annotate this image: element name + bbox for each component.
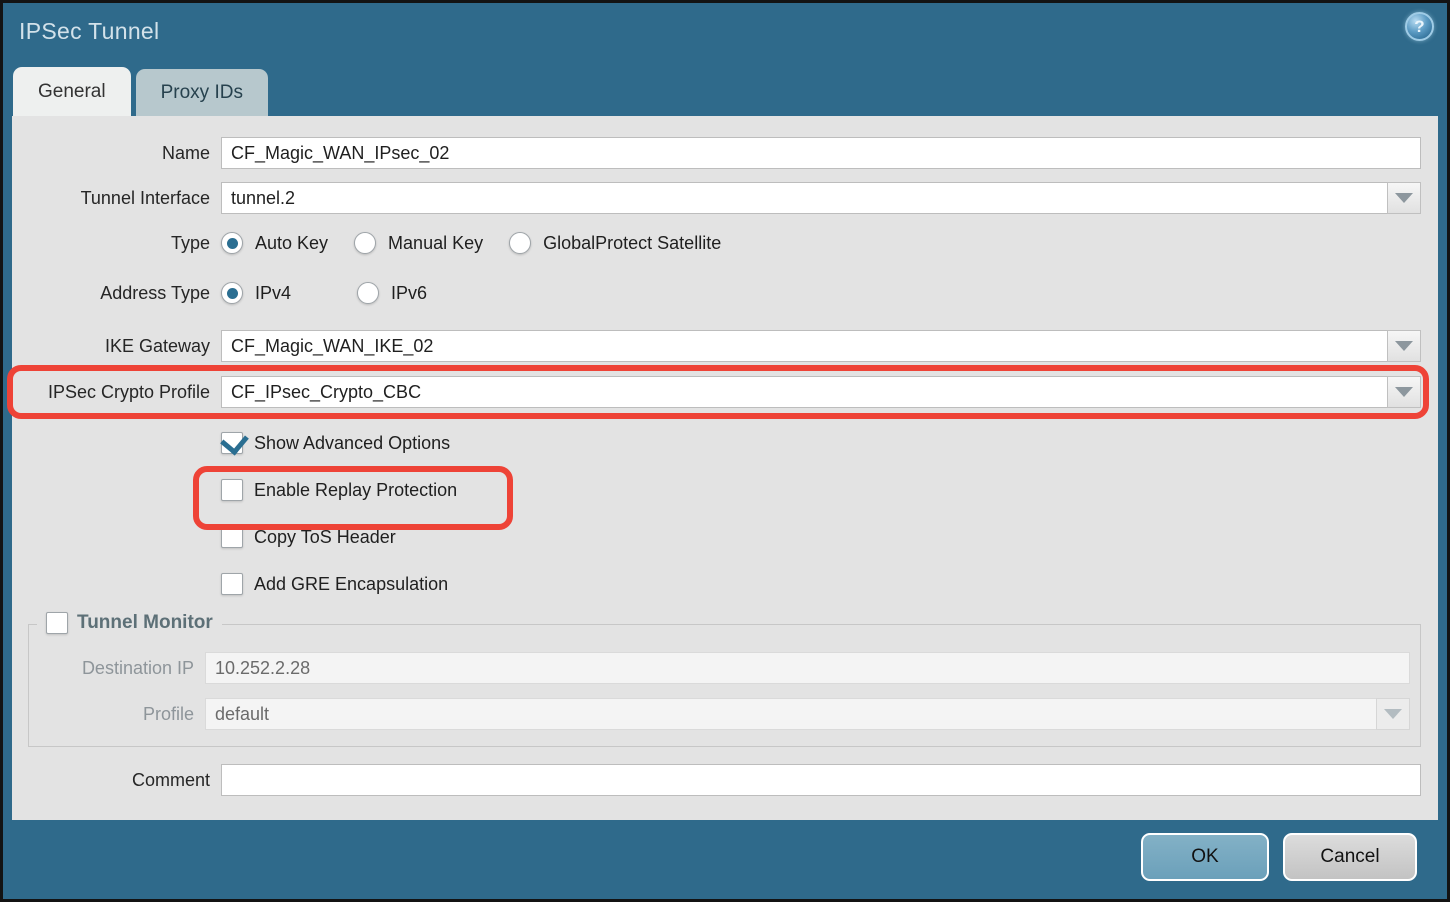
ike-gateway-row: IKE Gateway CF_Magic_WAN_IKE_02	[12, 330, 1421, 362]
show-advanced-options-checkbox[interactable]	[221, 432, 243, 454]
copy-tos-header-checkbox[interactable]	[221, 526, 243, 548]
question-mark-glyph: ?	[1414, 18, 1424, 35]
ike-gateway-label: IKE Gateway	[12, 336, 210, 357]
name-label: Name	[12, 143, 210, 164]
address-type-row: Address Type IPv4 IPv6	[12, 280, 1421, 306]
enable-replay-protection-checkbox[interactable]	[221, 479, 243, 501]
radio-globalprotect-satellite[interactable]: GlobalProtect Satellite	[509, 232, 721, 254]
comment-row: Comment	[12, 764, 1421, 796]
radio-auto-key[interactable]: Auto Key	[221, 232, 328, 254]
radio-ipv4[interactable]: IPv4	[221, 282, 291, 304]
tab-proxy-ids[interactable]: Proxy IDs	[136, 69, 268, 116]
ipsec-crypto-profile-label: IPSec Crypto Profile	[12, 382, 210, 403]
address-type-label: Address Type	[12, 283, 210, 304]
profile-input: default	[205, 698, 1376, 730]
ok-button[interactable]: OK	[1141, 833, 1269, 881]
ipsec-crypto-profile-dropdown-button[interactable]	[1387, 376, 1421, 408]
radio-button-icon[interactable]	[509, 232, 531, 254]
radio-button-icon[interactable]	[221, 232, 243, 254]
dialog-titlebar: IPSec Tunnel ?	[3, 3, 1447, 65]
ipsec-tunnel-dialog: IPSec Tunnel ? General Proxy IDs Name CF…	[0, 0, 1450, 902]
tunnel-monitor-section: Tunnel Monitor Destination IP 10.252.2.2…	[28, 624, 1421, 747]
cancel-button[interactable]: Cancel	[1283, 833, 1417, 881]
profile-dropdown-button	[1376, 698, 1410, 730]
tunnel-monitor-checkbox[interactable]	[46, 612, 68, 634]
type-row: Type Auto Key Manual Key GlobalProtect S…	[12, 230, 1421, 256]
comment-input[interactable]	[221, 764, 1421, 796]
copy-tos-header-row: Copy ToS Header	[12, 526, 1421, 548]
chevron-down-icon	[1395, 341, 1413, 351]
radio-button-icon[interactable]	[354, 232, 376, 254]
radio-button-icon[interactable]	[357, 282, 379, 304]
tab-general[interactable]: General	[13, 67, 131, 116]
help-icon[interactable]: ?	[1405, 12, 1434, 41]
show-advanced-options-label[interactable]: Show Advanced Options	[254, 433, 450, 454]
destination-ip-label: Destination IP	[29, 658, 194, 679]
radio-button-icon[interactable]	[221, 282, 243, 304]
tunnel-interface-label: Tunnel Interface	[12, 188, 210, 209]
type-label: Type	[12, 233, 210, 254]
dialog-title: IPSec Tunnel	[19, 18, 159, 45]
name-input[interactable]: CF_Magic_WAN_IPsec_02	[221, 137, 1421, 169]
enable-replay-protection-row: Enable Replay Protection	[12, 479, 1421, 501]
chevron-down-icon	[1384, 709, 1402, 719]
radio-manual-key[interactable]: Manual Key	[354, 232, 483, 254]
tunnel-monitor-legend: Tunnel Monitor	[37, 612, 222, 634]
enable-replay-protection-label[interactable]: Enable Replay Protection	[254, 480, 457, 501]
tunnel-interface-row: Tunnel Interface tunnel.2	[12, 182, 1421, 214]
destination-ip-row: Destination IP 10.252.2.28	[29, 652, 1410, 684]
add-gre-encapsulation-row: Add GRE Encapsulation	[12, 573, 1421, 595]
dialog-footer: OK Cancel	[3, 814, 1447, 899]
ike-gateway-dropdown-button[interactable]	[1387, 330, 1421, 362]
copy-tos-header-label[interactable]: Copy ToS Header	[254, 527, 396, 548]
tunnel-monitor-label[interactable]: Tunnel Monitor	[77, 612, 213, 634]
profile-row: Profile default	[29, 698, 1410, 730]
destination-ip-input: 10.252.2.28	[205, 652, 1410, 684]
radio-ipv6[interactable]: IPv6	[357, 282, 427, 304]
profile-label: Profile	[29, 704, 194, 725]
chevron-down-icon	[1395, 387, 1413, 397]
ipsec-crypto-profile-row: IPSec Crypto Profile CF_IPsec_Crypto_CBC	[12, 376, 1421, 408]
name-row: Name CF_Magic_WAN_IPsec_02	[12, 137, 1421, 169]
show-advanced-options-row: Show Advanced Options	[12, 432, 1421, 454]
comment-label: Comment	[12, 770, 210, 791]
ipsec-crypto-profile-input[interactable]: CF_IPsec_Crypto_CBC	[221, 376, 1387, 408]
ike-gateway-input[interactable]: CF_Magic_WAN_IKE_02	[221, 330, 1387, 362]
tunnel-interface-dropdown-button[interactable]	[1387, 182, 1421, 214]
chevron-down-icon	[1395, 193, 1413, 203]
tunnel-interface-input[interactable]: tunnel.2	[221, 182, 1387, 214]
add-gre-encapsulation-checkbox[interactable]	[221, 573, 243, 595]
tab-bar: General Proxy IDs	[3, 65, 1447, 116]
add-gre-encapsulation-label[interactable]: Add GRE Encapsulation	[254, 574, 448, 595]
general-tab-panel: Name CF_Magic_WAN_IPsec_02 Tunnel Interf…	[12, 116, 1438, 820]
